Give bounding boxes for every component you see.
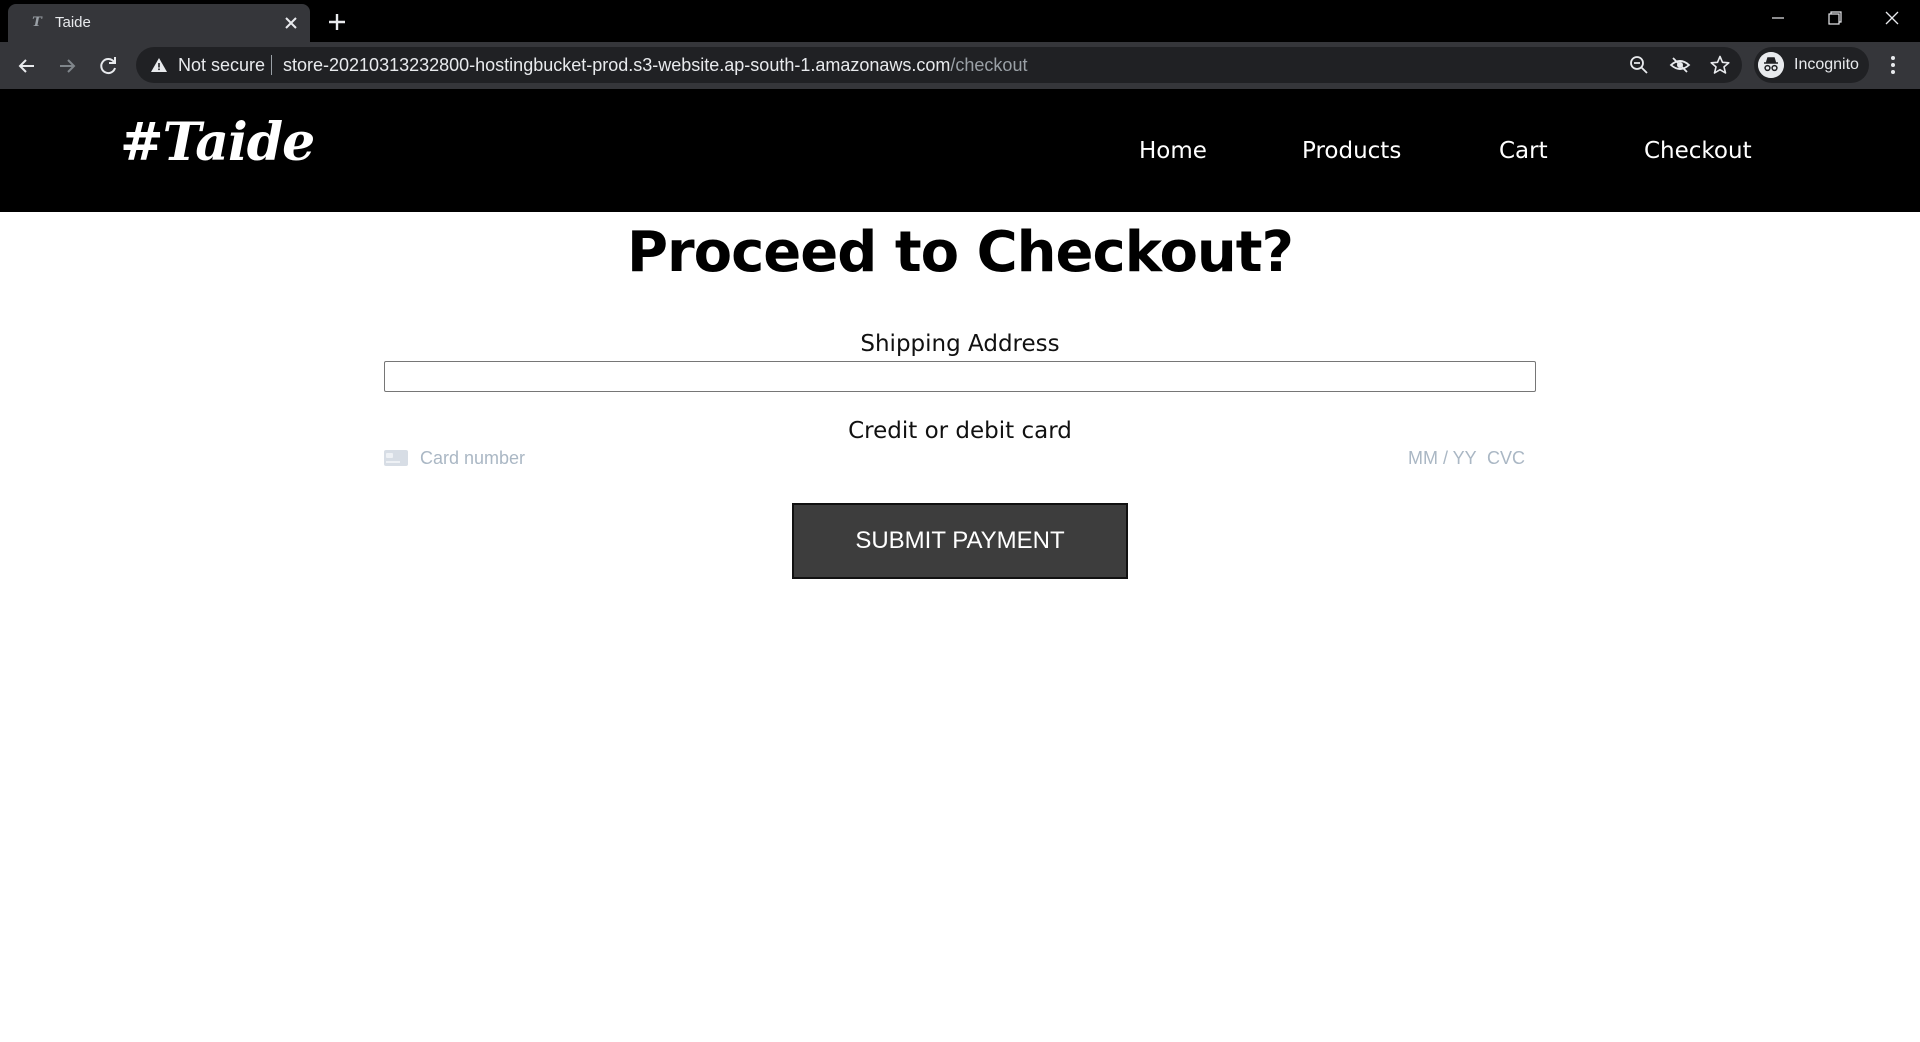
card-expiry-field[interactable]: MM / YY xyxy=(1408,449,1477,467)
page-title: Proceed to Checkout? xyxy=(626,220,1294,285)
star-icon[interactable] xyxy=(1709,54,1731,76)
restore-icon[interactable] xyxy=(1806,0,1862,38)
card-cvc-field[interactable]: CVC xyxy=(1487,449,1525,467)
minimize-icon[interactable] xyxy=(1750,0,1806,38)
eye-off-icon[interactable] xyxy=(1669,54,1691,76)
shipping-address-label: Shipping Address xyxy=(860,331,1060,357)
url-text[interactable]: store-20210313232800-hostingbucket-prod.… xyxy=(283,56,1027,74)
shipping-address-input[interactable] xyxy=(384,361,1536,392)
browser-toolbar: Not secure store-20210313232800-hostingb… xyxy=(0,42,1920,89)
plus-icon[interactable] xyxy=(324,9,350,35)
browser-tab-strip: T Taide xyxy=(0,0,1920,42)
tab-favicon-icon: T xyxy=(32,15,42,30)
card-number-field[interactable]: Card number xyxy=(420,449,525,467)
browser-tab[interactable]: T Taide xyxy=(8,4,310,42)
incognito-label: Incognito xyxy=(1794,56,1859,73)
nav-cart-link[interactable]: Cart xyxy=(1499,137,1548,165)
nav-checkout-link[interactable]: Checkout xyxy=(1644,137,1752,165)
forward-arrow-icon[interactable] xyxy=(52,51,82,81)
security-status[interactable]: Not secure xyxy=(178,56,265,74)
back-arrow-icon[interactable] xyxy=(12,51,42,81)
omnibox-divider xyxy=(271,55,272,75)
card-section-label: Credit or debit card xyxy=(848,418,1072,444)
close-window-icon[interactable] xyxy=(1864,0,1920,38)
kebab-menu-icon[interactable] xyxy=(1880,52,1906,78)
submit-payment-button[interactable]: SUBMIT PAYMENT xyxy=(792,503,1128,579)
incognito-icon xyxy=(1758,52,1784,78)
warning-icon[interactable] xyxy=(150,56,168,74)
nav-products-link[interactable]: Products xyxy=(1302,137,1401,165)
reload-icon[interactable] xyxy=(93,51,123,81)
close-icon[interactable] xyxy=(280,12,302,34)
zoom-icon[interactable] xyxy=(1628,54,1650,76)
credit-card-icon xyxy=(384,450,408,466)
card-element[interactable]: Card number MM / YY CVC xyxy=(384,446,1536,470)
url-path: /checkout xyxy=(950,55,1028,75)
tab-title: Taide xyxy=(55,14,91,31)
nav-home-link[interactable]: Home xyxy=(1139,137,1207,165)
site-header: #Taide Home Products Cart Checkout xyxy=(0,89,1920,212)
site-logo[interactable]: #Taide xyxy=(120,113,315,173)
incognito-profile-button[interactable]: Incognito xyxy=(1754,47,1869,83)
url-host: store-20210313232800-hostingbucket-prod.… xyxy=(283,55,951,75)
address-bar[interactable]: Not secure store-20210313232800-hostingb… xyxy=(136,47,1742,83)
